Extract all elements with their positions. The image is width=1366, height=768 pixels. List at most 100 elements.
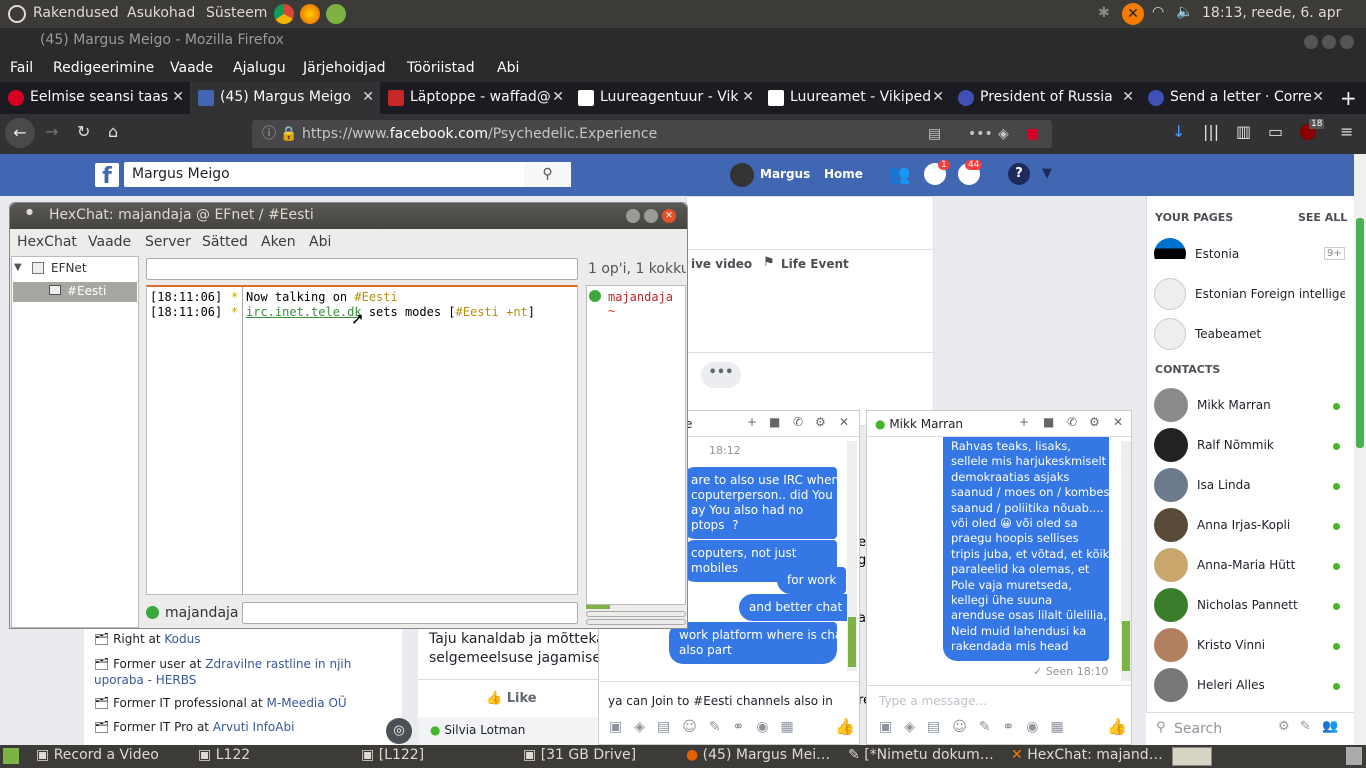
firefox-launcher-icon[interactable] bbox=[300, 4, 320, 24]
video-call-icon[interactable]: ■ bbox=[769, 415, 780, 429]
tab-luureamet[interactable]: Luureamet - Vikiped ✕ bbox=[760, 82, 950, 114]
maximize-button[interactable] bbox=[644, 209, 658, 223]
tab-president-russia[interactable]: President of Russia ✕ bbox=[950, 82, 1140, 114]
user-list[interactable]: majandaja ~ bbox=[586, 285, 686, 605]
account-menu-icon[interactable]: ▼ bbox=[1042, 166, 1052, 181]
downloads-icon[interactable]: ↓ bbox=[1172, 122, 1185, 141]
tab-laptoppe[interactable]: Läptoppe - waffad@ ✕ bbox=[380, 82, 570, 114]
pocket-icon[interactable]: ◈ bbox=[998, 120, 1009, 148]
places-menu[interactable]: Asukohad bbox=[127, 5, 195, 21]
page-item-teabeamet[interactable]: Teabeamet bbox=[1154, 318, 1346, 352]
contact-item[interactable]: Anna-Maria Hütt bbox=[1154, 548, 1346, 588]
workspace-switcher[interactable] bbox=[1172, 747, 1212, 766]
library-icon[interactable]: ||| bbox=[1203, 122, 1219, 141]
trash-icon[interactable] bbox=[1346, 747, 1362, 765]
home-link[interactable]: Home bbox=[824, 167, 863, 181]
menu-hexchat[interactable]: HexChat bbox=[17, 234, 77, 250]
settings-icon[interactable]: ⚙ bbox=[815, 415, 826, 429]
contact-item[interactable]: Mikk Marran bbox=[1154, 388, 1346, 428]
android-launcher-icon[interactable] bbox=[326, 4, 346, 24]
life-event-button[interactable]: Life Event bbox=[781, 257, 849, 271]
home-button[interactable]: ⌂ bbox=[108, 122, 118, 141]
chat-scrollbar[interactable] bbox=[1121, 441, 1131, 681]
show-desktop-icon[interactable] bbox=[3, 748, 19, 764]
like-button[interactable]: 👍 Like bbox=[486, 691, 537, 706]
tab-luureagentuur[interactable]: Luureagentuur - Vik ✕ bbox=[570, 82, 760, 114]
tab-restore-session[interactable]: Eelmise seansi taas ✕ bbox=[0, 82, 190, 114]
clock[interactable]: 18:13, reede, 6. apr bbox=[1202, 5, 1341, 21]
user-list-scrollbar[interactable] bbox=[586, 611, 686, 617]
more-options-icon[interactable]: ••• bbox=[701, 362, 741, 388]
maximize-button[interactable] bbox=[1322, 35, 1336, 49]
menu-window[interactable]: Aken bbox=[261, 234, 296, 250]
add-icon[interactable]: + bbox=[747, 415, 757, 429]
ubuntu-icon[interactable] bbox=[8, 5, 26, 23]
chat-scrollbar[interactable] bbox=[847, 441, 857, 671]
tab-send-letter[interactable]: Send a letter · Corre ✕ bbox=[1140, 82, 1330, 114]
page-actions-icon[interactable]: ••• bbox=[968, 120, 993, 148]
back-button[interactable]: ← bbox=[5, 118, 35, 148]
menu-help[interactable]: Abi bbox=[497, 60, 519, 76]
task-document[interactable]: ✎ [*Nimetu dokum… bbox=[848, 747, 994, 763]
avatar[interactable] bbox=[730, 163, 754, 187]
add-icon[interactable]: + bbox=[1019, 415, 1029, 429]
phone-icon[interactable]: ✆ bbox=[1067, 415, 1077, 429]
menu-help[interactable]: Abi bbox=[309, 234, 331, 250]
expand-icon[interactable]: ▼ bbox=[14, 262, 22, 273]
chat-message-input[interactable]: ya can Join to #Eesti channels also in bbox=[608, 694, 833, 708]
chrome-launcher-icon[interactable] bbox=[274, 4, 294, 24]
search-icon[interactable]: ⚲ bbox=[524, 162, 571, 187]
page-item-estonia[interactable]: Estonia 9+ bbox=[1154, 238, 1346, 272]
task-hexchat[interactable]: ✕ HexChat: majand… bbox=[1011, 747, 1163, 763]
channel-item-eesti[interactable]: #Eesti bbox=[13, 282, 137, 302]
menu-view[interactable]: Vaade bbox=[170, 60, 213, 76]
task-firefox[interactable]: ● (45) Margus Mei… bbox=[686, 747, 830, 763]
group-icon[interactable]: 👥 bbox=[1322, 719, 1338, 734]
menu-server[interactable]: Server bbox=[145, 234, 191, 250]
menu-settings[interactable]: Sätted bbox=[202, 234, 248, 250]
chat-message-input[interactable]: Type a message... bbox=[879, 694, 987, 708]
chat-search-input[interactable]: Search bbox=[1174, 721, 1222, 737]
hexchat-titlebar[interactable]: ● HexChat: majandaja @ EFnet / #Eesti ✕ bbox=[10, 203, 687, 229]
network-item[interactable]: EFNet bbox=[51, 261, 87, 275]
screenshot-icon[interactable]: ▭ bbox=[1268, 122, 1283, 141]
system-menu[interactable]: Süsteem bbox=[206, 5, 267, 21]
contact-item[interactable]: Ralf Nõmmik bbox=[1154, 428, 1346, 468]
minimize-button[interactable] bbox=[1304, 35, 1318, 49]
thumbs-up-icon[interactable]: 👍 bbox=[1107, 717, 1127, 736]
chat-toolbar-icons[interactable]: ▣◈▤☺✎⚭◉▦ bbox=[609, 719, 806, 735]
volume-icon[interactable]: 🔈 bbox=[1176, 4, 1193, 20]
see-all-link[interactable]: SEE ALL bbox=[1298, 211, 1347, 224]
info-icon[interactable]: ⓘ bbox=[262, 120, 276, 148]
page-item-efis[interactable]: Estonian Foreign intellige… bbox=[1154, 278, 1346, 312]
phone-icon[interactable]: ✆ bbox=[793, 415, 803, 429]
facebook-logo-icon[interactable]: f bbox=[95, 163, 119, 189]
close-tab-icon[interactable]: ✕ bbox=[172, 82, 184, 112]
menu-view[interactable]: Vaade bbox=[88, 234, 131, 250]
close-button[interactable] bbox=[1340, 35, 1354, 49]
compose-icon[interactable]: ✎ bbox=[1300, 719, 1311, 734]
task-record-video[interactable]: ▣ Record a Video bbox=[36, 747, 159, 763]
task-l122[interactable]: ▣ L122 bbox=[198, 747, 250, 763]
close-button[interactable]: ✕ bbox=[662, 209, 676, 223]
intro-link[interactable]: M-Meedia OÜ bbox=[267, 696, 347, 710]
profile-link[interactable]: Margus bbox=[760, 167, 810, 181]
commenter[interactable]: ● Silvia Lotman bbox=[430, 723, 525, 737]
globe-icon[interactable]: ◎ bbox=[386, 718, 412, 744]
sidebar-icon[interactable]: ▥ bbox=[1236, 122, 1251, 141]
close-tab-icon[interactable]: ✕ bbox=[552, 82, 564, 112]
gear-icon[interactable]: ⚙ bbox=[1278, 719, 1290, 734]
close-tab-icon[interactable]: ✕ bbox=[742, 82, 754, 112]
close-tab-icon[interactable]: ✕ bbox=[1312, 82, 1324, 112]
menu-tools[interactable]: Tööriistad bbox=[407, 60, 475, 76]
contact-item[interactable]: Nicholas Pannett bbox=[1154, 588, 1346, 628]
chat-toolbar-icons[interactable]: ▣◈▤☺✎⚭◉▦ bbox=[879, 719, 1076, 735]
intro-link[interactable]: Kodus bbox=[164, 632, 200, 646]
menu-history[interactable]: Ajalugu bbox=[233, 60, 286, 76]
reload-button[interactable]: ↻ bbox=[77, 122, 90, 141]
contact-item[interactable]: Isa Linda bbox=[1154, 468, 1346, 508]
task-l122-folder[interactable]: ▣ [L122] bbox=[361, 747, 424, 763]
help-icon[interactable]: ? bbox=[1008, 163, 1030, 185]
settings-icon[interactable]: ⚙ bbox=[1089, 415, 1100, 429]
scrollbar-thumb[interactable] bbox=[1356, 218, 1364, 448]
